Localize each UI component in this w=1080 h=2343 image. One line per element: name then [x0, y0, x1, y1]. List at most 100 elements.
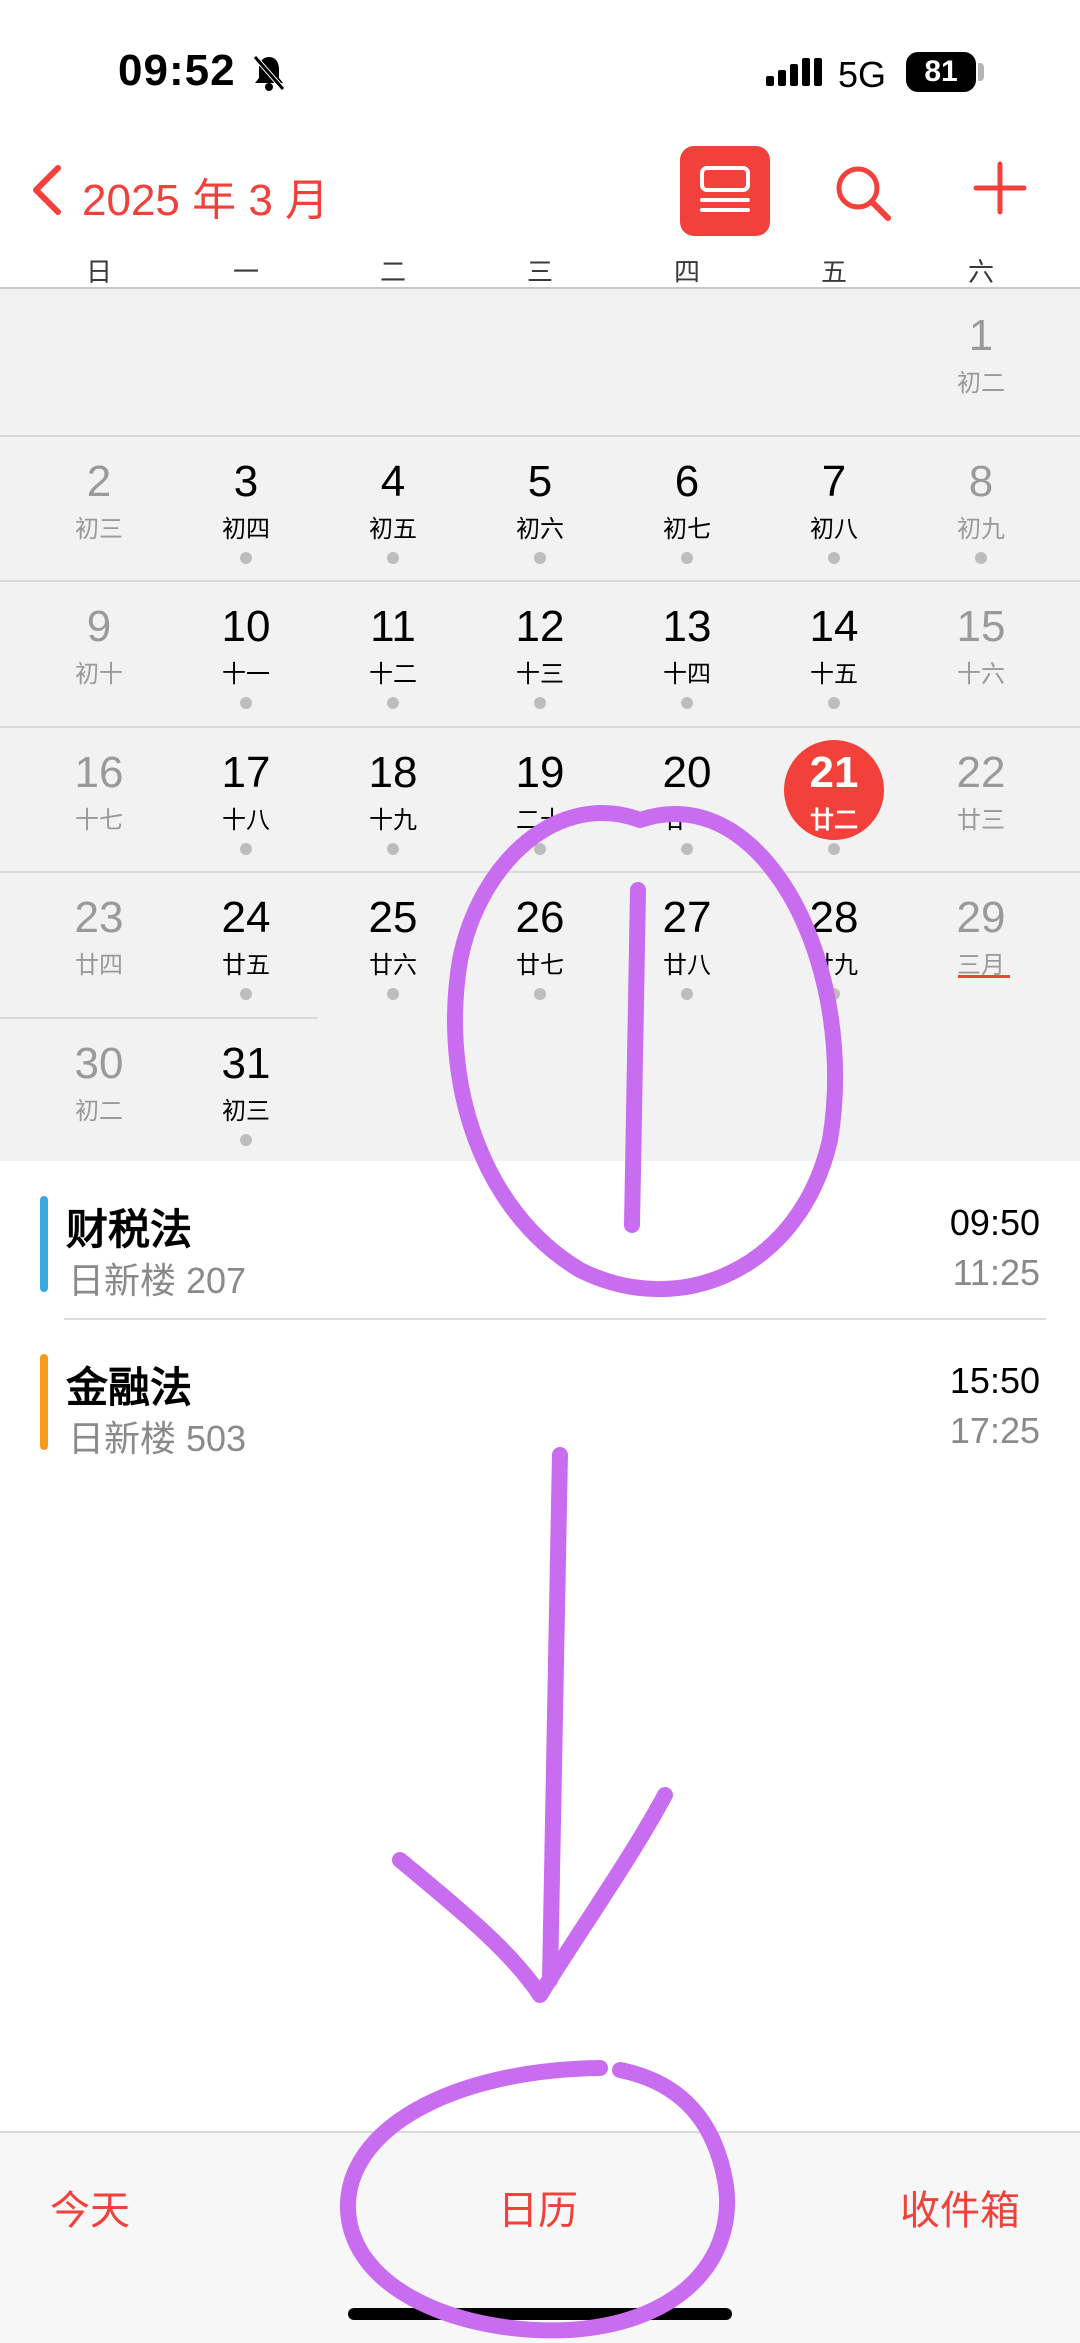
lunar-date: 廿八	[663, 952, 711, 979]
event-indicator-dot	[387, 697, 399, 709]
week-row-divider	[0, 871, 1080, 873]
event-indicator-dot	[681, 697, 693, 709]
today-button[interactable]: 今天	[50, 2178, 130, 2236]
event-divider	[64, 1318, 1046, 1320]
day-cell-29[interactable]: 29	[906, 893, 1056, 943]
event-indicator-dot	[681, 842, 693, 855]
event-title[interactable]: 财税法	[66, 1196, 192, 1257]
lunar-date: 初三	[75, 515, 123, 543]
battery-level: 81	[924, 55, 958, 88]
event-indicator-dot	[387, 551, 399, 564]
day-cell-16[interactable]: 16	[24, 748, 174, 798]
event-title[interactable]: 金融法	[66, 1354, 192, 1415]
event-start-time: 15:50	[949, 1360, 1040, 1401]
lunar-date: 廿三	[957, 806, 1005, 834]
event-indicator-dot	[828, 988, 840, 1000]
day-cell-11[interactable]: 11	[318, 602, 468, 652]
event-indicator-dot	[828, 551, 840, 564]
day-cell-17[interactable]: 17	[171, 748, 321, 798]
event-end-time: 17:25	[949, 1410, 1040, 1451]
week-row-divider	[0, 580, 1080, 582]
day-cell-27[interactable]: 27	[612, 893, 762, 943]
month-back-button[interactable]: 2025 年 3 月	[82, 164, 329, 228]
lunar-date: 初三	[222, 1097, 270, 1125]
event-color-bar	[40, 1354, 48, 1450]
lunar-date: 十八	[222, 806, 270, 834]
day-cell-23[interactable]: 23	[24, 893, 174, 943]
new-month-underline	[958, 975, 1010, 978]
day-cell-9[interactable]: 9	[24, 602, 174, 652]
weekday-wed: 三	[526, 257, 553, 287]
day-cell-8[interactable]: 8	[906, 457, 1056, 507]
day-cell-18[interactable]: 18	[318, 748, 468, 798]
day-cell-25[interactable]: 25	[318, 893, 468, 943]
weekday-tue: 二	[379, 257, 406, 287]
day-cell-15[interactable]: 15	[906, 602, 1056, 652]
lunar-date: 廿四	[75, 952, 123, 979]
day-cell-19[interactable]: 19	[465, 748, 615, 798]
home-indicator	[348, 2308, 732, 2320]
event-indicator-dot	[534, 988, 546, 1000]
day-cell-13[interactable]: 13	[612, 602, 762, 652]
lunar-date: 十九	[369, 806, 417, 834]
event-indicator-dot	[681, 551, 693, 564]
day-cell-12[interactable]: 12	[465, 602, 615, 652]
search-icon[interactable]	[832, 162, 894, 224]
day-cell-22[interactable]: 22	[906, 748, 1056, 798]
battery-icon: 81	[906, 52, 976, 92]
weekday-thu: 四	[673, 257, 700, 287]
event-indicator-dot	[240, 988, 252, 1000]
event-indicator-dot	[387, 842, 399, 855]
battery-cap	[978, 63, 984, 81]
inbox-button[interactable]: 收件箱	[900, 2178, 1020, 2236]
network-type: 5G	[838, 54, 887, 95]
event-indicator-dot	[240, 842, 252, 855]
day-cell-28[interactable]: 28	[759, 893, 909, 943]
bell-slash-icon	[253, 55, 285, 91]
week-row-divider	[0, 725, 1080, 728]
list-view-button[interactable]	[680, 146, 770, 236]
lunar-date: 初五	[369, 515, 417, 543]
event-indicator-dot	[534, 697, 546, 709]
week-row-divider	[0, 434, 1080, 437]
lunar-date: 初七	[663, 515, 711, 543]
day-cell-6[interactable]: 6	[612, 457, 762, 507]
lunar-date: 初八	[810, 515, 858, 543]
lunar-date: 廿五	[222, 952, 270, 979]
day-cell-26[interactable]: 26	[465, 893, 615, 943]
lunar-date: 初二	[957, 370, 1005, 397]
day-cell-7[interactable]: 7	[759, 457, 909, 507]
day-cell-14[interactable]: 14	[759, 602, 909, 652]
day-cell-4[interactable]: 4	[318, 457, 468, 507]
event-indicator-dot	[240, 551, 252, 564]
lunar-date: 廿九	[810, 952, 858, 979]
add-event-icon[interactable]	[972, 160, 1028, 216]
day-cell-1[interactable]: 1	[906, 311, 1056, 361]
chevron-left-icon[interactable]	[28, 162, 68, 218]
status-time: 09:52	[118, 46, 236, 95]
lunar-date: 初四	[222, 515, 270, 543]
day-cell-21[interactable]: 21	[759, 748, 909, 798]
lunar-date: 初九	[957, 515, 1005, 543]
day-cell-20[interactable]: 20	[612, 748, 762, 798]
event-end-time: 11:25	[952, 1252, 1040, 1293]
day-cell-30[interactable]: 30	[24, 1039, 174, 1089]
week-row-divider	[0, 1016, 318, 1019]
lunar-date: 十五	[810, 661, 858, 688]
cellular-signal-icon	[766, 58, 822, 86]
event-indicator-dot	[681, 988, 693, 1000]
day-cell-3[interactable]: 3	[171, 457, 321, 507]
event-indicator-dot	[534, 842, 546, 855]
lunar-date: 初二	[75, 1097, 123, 1125]
lunar-date: 十四	[663, 661, 711, 688]
annotation-arrow-head	[392, 1787, 673, 2003]
day-cell-31[interactable]: 31	[171, 1039, 321, 1089]
weekday-sun: 日	[85, 257, 112, 287]
calendars-button[interactable]: 日历	[498, 2178, 578, 2236]
event-indicator-dot	[240, 697, 252, 709]
lunar-date: 十六	[957, 661, 1005, 688]
day-cell-5[interactable]: 5	[465, 457, 615, 507]
day-cell-2[interactable]: 2	[24, 457, 174, 507]
day-cell-10[interactable]: 10	[171, 602, 321, 652]
day-cell-24[interactable]: 24	[171, 893, 321, 943]
